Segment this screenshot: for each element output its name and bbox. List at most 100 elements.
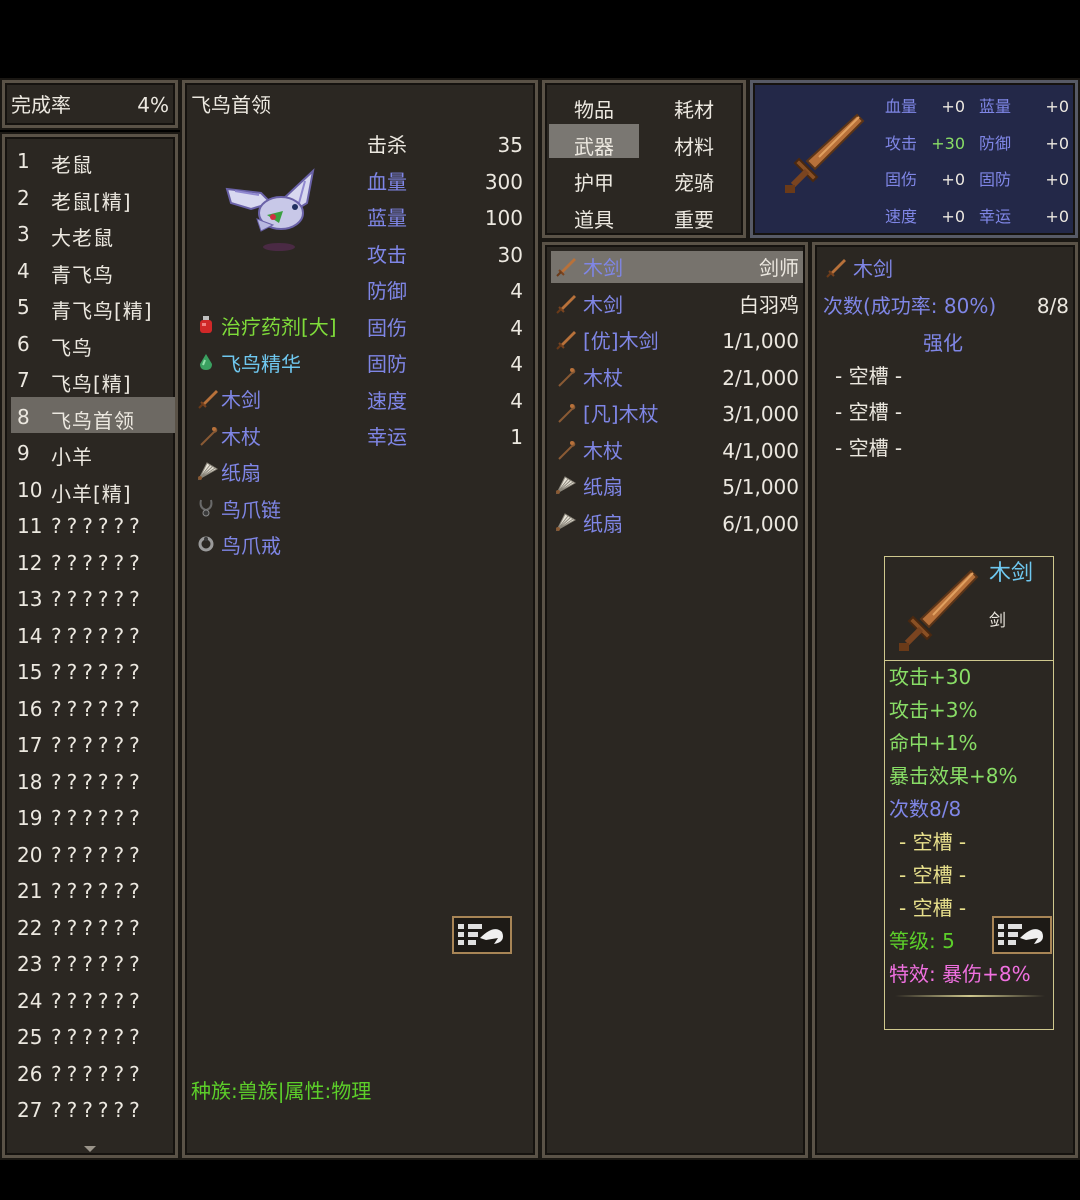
monster-name: ?????? — [51, 1098, 145, 1122]
monster-row[interactable]: 15?????? — [11, 652, 175, 688]
item-row[interactable]: 纸扇 5/1,000 — [551, 470, 803, 502]
monster-row[interactable]: 9 小羊 — [11, 433, 175, 469]
monster-name: ?????? — [51, 842, 145, 867]
category-tabs: 物品 耗材 武器 材料 护甲 宠骑 道具 重要 — [542, 80, 746, 238]
stat-value: +0 — [1045, 206, 1069, 226]
stat-value: 1 — [510, 425, 523, 449]
monster-row[interactable]: 19?????? — [11, 798, 175, 834]
monster-row[interactable]: 11?????? — [11, 506, 175, 542]
drop-item-name[interactable]: 鸟爪链 — [221, 500, 281, 520]
tooltip-line-2: 攻击+3% — [889, 698, 978, 722]
monster-number: 1 — [17, 149, 30, 173]
monster-name: ?????? — [51, 806, 145, 830]
monster-name: ?????? — [51, 660, 145, 684]
sword-icon — [197, 388, 219, 415]
item-row[interactable]: 木剑 剑师 — [551, 251, 803, 283]
monster-row[interactable]: 12?????? — [11, 543, 175, 579]
fan-icon — [197, 461, 219, 486]
staff-icon — [197, 425, 219, 452]
monster-row[interactable]: 14?????? — [11, 616, 175, 652]
monster-row[interactable]: 2 老鼠[精] — [11, 178, 175, 214]
drop-item-name[interactable]: 木剑 — [221, 390, 261, 410]
detail-action-button[interactable] — [452, 916, 512, 954]
stat-value: 35 — [497, 133, 523, 157]
tab-6[interactable]: 道具 — [549, 197, 639, 232]
monster-row[interactable]: 23?????? — [11, 944, 175, 980]
sword-icon — [555, 256, 577, 283]
monster-row[interactable]: 26?????? — [11, 1054, 175, 1090]
monster-row[interactable]: 27?????? — [11, 1090, 175, 1126]
stat-value: +30 — [931, 133, 965, 153]
monster-name: ?????? — [51, 623, 145, 648]
monster-number: 14 — [17, 623, 43, 648]
tab-5[interactable]: 宠骑 — [649, 160, 739, 195]
drop-item-name[interactable]: 木杖 — [221, 427, 261, 447]
monster-row[interactable]: 1 老鼠 — [11, 141, 175, 177]
monster-row[interactable]: 4 青飞鸟 — [11, 251, 175, 287]
drop-item-name[interactable]: 鸟爪戒 — [221, 536, 281, 556]
tab-1[interactable]: 耗材 — [649, 87, 739, 122]
tab-2[interactable]: 武器 — [549, 123, 639, 159]
monster-number: 9 — [17, 441, 30, 465]
drop-item-name[interactable]: 纸扇 — [221, 463, 261, 483]
monster-number: 17 — [17, 733, 43, 757]
monster-name: ?????? — [51, 696, 145, 721]
item-row[interactable]: 纸扇 6/1,000 — [551, 507, 803, 539]
item-list[interactable]: 木剑 剑师木剑 白羽鸡 [优]木剑 1/1,000 木杖 2/1,000 [凡]木杖 3/1,0… — [542, 242, 808, 1158]
monster-row[interactable]: 21?????? — [11, 871, 175, 907]
stat-value: +0 — [1045, 97, 1069, 116]
item-source: 3/1,000 — [722, 402, 799, 426]
monster-row[interactable]: 13?????? — [11, 579, 175, 615]
stat-label: 速度 — [367, 388, 407, 413]
tooltip-item-name: 木剑 — [989, 561, 1034, 586]
tab-7[interactable]: 重要 — [649, 197, 739, 232]
scroll-down-icon[interactable] — [84, 1146, 96, 1152]
tooltip-header: 木剑 剑 — [885, 557, 1053, 661]
tooltip-line-5: 次数8/8 — [889, 797, 962, 821]
drop-item-name[interactable]: 飞鸟精华 — [221, 354, 301, 374]
item-row[interactable]: 木杖 4/1,000 — [551, 434, 803, 466]
race-attribute-text: 种族:兽族|属性:物理 — [191, 1079, 372, 1103]
completion-panel: 完成率 4% — [2, 80, 178, 128]
monster-list[interactable]: 1 老鼠 2 老鼠[精] 3 大老鼠 4 青飞鸟 5 青飞鸟[精] 6 飞鸟 7 飞鸟[精] 8 飞鸟首领 9 小… — [2, 134, 178, 1158]
monster-row[interactable]: 3 大老鼠 — [11, 214, 175, 250]
stat-label: 固伤 — [367, 315, 407, 340]
monster-row[interactable]: 7 飞鸟[精] — [11, 360, 175, 396]
monster-row[interactable]: 8 飞鸟首领 — [11, 396, 175, 433]
monster-number: 20 — [17, 842, 43, 867]
drop-item-name[interactable]: 治疗药剂[大] — [221, 317, 337, 337]
monster-row[interactable]: 22?????? — [11, 908, 175, 944]
item-row[interactable]: [优]木剑 1/1,000 — [551, 324, 803, 356]
monster-row[interactable]: 10 小羊[精] — [11, 470, 175, 506]
wooden-sword-icon — [785, 113, 865, 193]
tooltip-action-button[interactable] — [992, 916, 1052, 954]
monster-row[interactable]: 5 青飞鸟[精] — [11, 287, 175, 323]
monster-row[interactable]: 25?????? — [11, 1017, 175, 1053]
monster-row[interactable]: 16?????? — [11, 689, 175, 725]
stat-value: 4 — [510, 388, 523, 413]
item-row[interactable]: [凡]木杖 3/1,000 — [551, 397, 803, 429]
equipped-stats-panel: 血量 +0 蓝量 +0 攻击 +30 防御 +0 固伤 +0 固防 +0 速度 +0 幸运 +0 — [750, 80, 1078, 238]
tab-0[interactable]: 物品 — [549, 87, 639, 122]
monster-row[interactable]: 6 飞鸟 — [11, 324, 175, 360]
enhance-label[interactable]: 强化 — [923, 333, 963, 353]
monster-name: ?????? — [51, 952, 145, 976]
item-name: [优]木剑 — [583, 329, 659, 353]
info-slot-1: - 空槽 - — [835, 364, 903, 388]
potion-icon — [197, 315, 215, 340]
staff-icon — [555, 402, 577, 429]
monster-row[interactable]: 20?????? — [11, 835, 175, 871]
stat-value: +0 — [1045, 170, 1069, 189]
monster-row[interactable]: 24?????? — [11, 981, 175, 1017]
monster-row[interactable]: 17?????? — [11, 725, 175, 761]
monster-number: 5 — [17, 295, 30, 319]
info-item-name: 木剑 — [853, 257, 893, 281]
monster-name: ?????? — [51, 1061, 145, 1086]
tab-4[interactable]: 护甲 — [549, 160, 639, 195]
tooltip-line-3: 命中+1% — [889, 731, 978, 755]
item-row[interactable]: 木剑 白羽鸡 — [551, 288, 803, 320]
stat-value: +0 — [941, 170, 965, 189]
tab-3[interactable]: 材料 — [649, 124, 739, 159]
monster-row[interactable]: 18?????? — [11, 762, 175, 798]
item-row[interactable]: 木杖 2/1,000 — [551, 361, 803, 393]
